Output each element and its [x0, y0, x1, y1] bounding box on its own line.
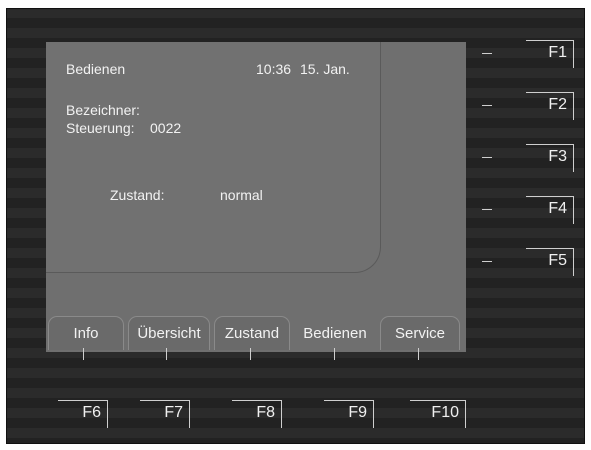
tab-bedienen[interactable]: Bedienen	[294, 316, 376, 350]
tab-service[interactable]: Service	[380, 316, 460, 350]
f7-key[interactable]: F7	[140, 400, 190, 428]
f4-key[interactable]: F4	[526, 196, 574, 224]
softkey-indicator-10	[418, 348, 419, 360]
display-panel: Bedienen 10:36 15. Jan. Bezeichner: Steu…	[46, 42, 466, 352]
f6-key-label: F6	[82, 404, 101, 421]
bezeichner-label: Bezeichner:	[66, 102, 140, 118]
f1-key-label: F1	[548, 44, 567, 61]
f9-key-label: F9	[348, 404, 367, 421]
f5-key-label: F5	[548, 252, 567, 269]
zustand-label: Zustand:	[110, 187, 165, 203]
tab-zustand[interactable]: Zustand	[214, 316, 290, 350]
f10-key-label: F10	[431, 404, 459, 421]
f9-key[interactable]: F9	[324, 400, 374, 428]
f10-key[interactable]: F10	[410, 400, 466, 428]
device-frame: Bedienen 10:36 15. Jan. Bezeichner: Steu…	[6, 8, 585, 444]
clock-time: 10:36	[256, 61, 292, 77]
f4-key-label: F4	[548, 200, 567, 217]
f7-key-label: F7	[164, 404, 183, 421]
f6-key[interactable]: F6	[58, 400, 108, 428]
f8-key[interactable]: F8	[232, 400, 282, 428]
f1-key[interactable]: F1	[526, 40, 574, 68]
softkey-indicator-6	[83, 348, 84, 360]
softkey-indicator-5	[482, 261, 492, 262]
zustand-value: normal	[220, 187, 263, 203]
softkey-indicator-3	[482, 157, 492, 158]
f3-key-label: F3	[548, 148, 567, 165]
f8-key-label: F8	[256, 404, 275, 421]
f3-key[interactable]: F3	[526, 144, 574, 172]
mode-title: Bedienen	[66, 61, 126, 77]
softkey-indicator-7	[166, 348, 167, 360]
tab-info-label: Info	[73, 325, 99, 342]
steuerung-label: Steuerung:	[66, 120, 135, 136]
softkey-indicator-8	[250, 348, 251, 360]
tab-zustand-label: Zustand	[224, 325, 280, 342]
f2-key-label: F2	[548, 96, 567, 113]
tab-service-label: Service	[394, 325, 446, 342]
tab-uebersicht[interactable]: Übersicht	[128, 316, 210, 350]
f2-key[interactable]: F2	[526, 92, 574, 120]
softkey-indicator-9	[334, 348, 335, 360]
tab-uebersicht-label: Übersicht	[137, 325, 201, 342]
steuerung-value: 0022	[150, 120, 182, 136]
f5-key[interactable]: F5	[526, 248, 574, 276]
tab-info[interactable]: Info	[48, 316, 124, 350]
softkey-indicator-1	[482, 53, 492, 54]
content-area: Bedienen 10:36 15. Jan. Bezeichner: Steu…	[46, 42, 381, 273]
tab-bedienen-label: Bedienen	[303, 324, 367, 342]
softkey-indicator-4	[482, 209, 492, 210]
softkey-indicator-2	[482, 105, 492, 106]
clock-date: 15. Jan.	[300, 61, 350, 77]
